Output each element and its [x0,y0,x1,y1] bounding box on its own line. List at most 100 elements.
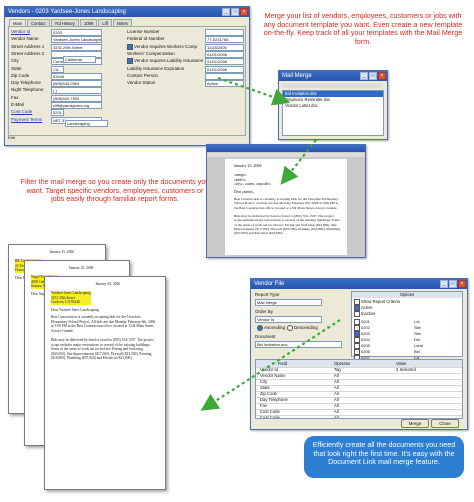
cost-code-label[interactable]: Cost Code [11,109,32,115]
template-list-item[interactable]: Vendor Letter.doc [283,103,383,109]
vendor-file-window: Vendor File _ □ × Report Type Mail Merge O… [250,278,468,430]
day-telephone-field[interactable]: (805)543-0304 [51,80,102,88]
word-titlebar[interactable] [207,145,365,152]
vendor-id-field[interactable]: 0203 [51,29,102,36]
license-number-label: License Number [127,29,160,35]
code-desc: Site [414,331,421,336]
callout-middle-left: Filter the mail merge so you create only… [20,177,210,204]
minimize-icon[interactable]: _ [222,8,230,16]
vendor-status-text: Vendor Status [127,80,156,86]
state-label: State [11,65,22,71]
code-desc: Drk [414,337,421,342]
liability-insurance-expiration-text: Liability Insurance Expiration [127,65,185,71]
grid-header-value: Value [396,361,407,366]
word-page: January 25, 2006 «merge» «addr1» «city»,… [225,159,347,255]
merge-button[interactable]: Merge [401,419,429,428]
code-value: 0206 [361,349,370,355]
checkbox-icon[interactable] [127,43,133,50]
close-icon[interactable]: × [378,72,386,80]
e-mail-label: E-Mail [11,102,24,107]
state-field[interactable]: CA [51,65,64,73]
checkbox-icon[interactable] [127,58,133,65]
vendors-titlebar[interactable]: Vendors - 0203 Yardsee-Jones Landscaping… [5,7,249,17]
mailmerge-title: Mail Merge [282,73,312,79]
vendor-status-label: Vendor Status [127,80,155,86]
order-by-select[interactable]: Vendor Id [255,316,322,323]
mailmerge-titlebar[interactable]: Mail Merge _ □ × [279,71,387,81]
code-desc: Site [414,325,421,330]
minimize-icon[interactable]: _ [440,280,448,288]
vendor-requires-liability-insurance-label[interactable]: Vendor requires Liability Insurance [127,58,204,65]
close-button[interactable]: Close [431,419,459,428]
criteria-grid[interactable]: Field Operator Value Vendor Id Tag 3 Selec… [255,359,463,419]
descending-radio[interactable]: Descending [287,325,318,331]
e-mail-field[interactable]: cliff@yardsjones.org [51,102,102,109]
code-value: 0205 [361,343,370,349]
tab-bar: Main Contact Ytd History 1099 Liff Notes [9,19,132,26]
contact-person-field[interactable] [205,72,244,80]
document-select[interactable]: Bid Invitation.doc [255,341,342,348]
template-list[interactable]: Bid Invitation.doc Insurance Reminder.doc… [282,90,384,136]
close-icon[interactable]: × [240,8,248,16]
state-name-field[interactable]: California [63,56,96,63]
maximize-icon[interactable]: □ [449,280,457,288]
letter-address: Yardsee-Jones Landscaping 3231 29th Stre… [51,291,91,305]
mailmerge-window: Mail Merge _ □ × Bid Invitation.doc Insuran… [278,70,388,140]
night-telephone-field[interactable]: ( ) [51,87,102,95]
callout-bottom-right: Efficiently create all the documents you… [312,440,456,467]
vendor-id-label[interactable]: Vendor Id [11,29,30,35]
fax-field[interactable]: (805)543-7534 [51,94,102,102]
street-address-1-field[interactable]: 3231 29th Street [51,43,102,51]
tab-main[interactable]: Main [9,19,27,26]
maximize-icon[interactable]: □ [369,72,377,80]
vendor-status-field[interactable]: Active [205,80,244,88]
callout-top-right: Merge your list of vendors, employees, c… [263,11,463,46]
option-label: Inactive [361,311,376,317]
license-number-text: License Number [127,29,160,34]
maximize-icon[interactable]: □ [231,8,239,16]
checkbox-icon[interactable] [354,299,360,305]
code-desc: Land [414,343,423,348]
window-title: Vendors - 0203 Yardsee-Jones Landscaping [8,9,126,15]
mailmerge-toolbar [281,83,383,88]
license-number-field[interactable] [205,29,244,36]
federal-id-number-field[interactable]: 77-0231765 [205,36,244,44]
vendor-requires-liability-insurance-field[interactable]: 01/01/2006 [205,58,244,66]
workers-compensation-field[interactable]: 01/01/2006 [205,50,244,58]
city-label: City [11,58,19,64]
report-type-select[interactable]: Mail Merge [255,299,322,306]
code-value: 0204 [361,337,370,343]
vendor-requires-liability-insurance-text: Vendor requires Liability Insurance [134,58,204,64]
cost-code-desc-field[interactable]: Landscaping [65,120,108,127]
zip-code-field[interactable]: 93446 [51,72,102,80]
vendor-requires-workers-comp-label[interactable]: Vendor requires Workers Comp [127,43,197,50]
tab-liff[interactable]: Liff [98,19,112,26]
ascending-radio[interactable]: Ascending [257,325,285,331]
checkbox-icon[interactable] [354,305,360,312]
tab-notes[interactable]: Notes [112,19,132,26]
code-value: 0202 [361,325,370,331]
checkbox-icon[interactable] [354,311,360,318]
option-inactive[interactable]: Inactive [354,311,460,318]
tab-ytd-history[interactable]: Ytd History [50,19,79,26]
row-operator[interactable]: All [334,415,339,418]
vendor-file-titlebar[interactable]: Vendor File _ □ × [251,279,467,289]
tab-contact[interactable]: Contact [27,19,50,26]
federal-id-number-label: Federal Id Number [127,36,165,42]
letter-date: January 25, 2006 [95,282,121,286]
descending-label: Descending [294,325,318,331]
grid-header-operator: Operator [334,361,351,366]
tab-1099[interactable]: 1099 [80,19,98,26]
vendor-requires-workers-comp-field[interactable]: 11/28/2006 [205,43,244,51]
close-icon[interactable]: × [458,280,466,288]
word-toolbar [207,153,365,157]
code-desc: Bld [414,349,420,354]
cost-code-field[interactable]: 0201 [51,109,64,117]
options-header: Options [352,292,462,298]
fax-label: Fax [11,94,19,100]
payment-terms-label[interactable]: Payment Terms [11,117,42,123]
vendor-name-field[interactable]: Yardsee-Jones Landscaping [51,36,102,44]
liability-insurance-expiration-field[interactable]: 01/01/2006 [205,65,244,73]
minimize-icon[interactable]: _ [360,72,368,80]
federal-id-number-text: Federal Id Number [127,36,165,42]
